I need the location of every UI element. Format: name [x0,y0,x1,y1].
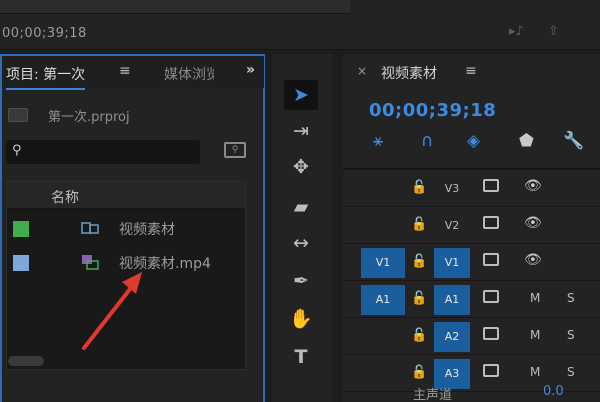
selection-tool-icon[interactable]: ➤ [284,80,318,110]
sync-lock-icon[interactable] [483,364,499,377]
solo-button[interactable]: S [567,291,575,305]
track-v2: 🔓 V2 👁 [343,207,600,244]
slip-tool-icon[interactable]: ↔ [284,228,318,258]
project-panel: 项目: 第一次 ≡ 媒体浏览器 » 第一次.prproj ⚲ ⚲ 名称 视频素材… [0,54,265,402]
lock-icon[interactable]: 🔓 [411,180,427,195]
solo-button[interactable]: S [567,328,575,342]
track-name[interactable]: V3 [434,174,470,204]
eye-icon[interactable]: 👁 [524,178,542,194]
new-bin-icon[interactable]: ⚲ [224,142,246,158]
export-icon[interactable]: ⇧ [548,24,559,39]
tab-media-browser[interactable]: 媒体浏览器 [164,64,214,84]
hand-tool-icon[interactable]: ✋ [284,304,318,334]
sync-lock-icon[interactable] [483,179,499,192]
eye-icon[interactable]: 👁 [524,252,542,268]
sync-lock-icon[interactable] [483,290,499,303]
source-patch-a1[interactable]: A1 [361,285,405,315]
timeline-panel: × 视频素材 ≡ 00;00;39;18 ⚹ ∩ ◈ ⬟ 🔧 🔓 V3 👁 🔓 … [343,54,600,402]
tab-sequence[interactable]: 视频素材 [381,63,437,83]
project-item-list: 名称 视频素材 视频素材.mp4 [6,180,246,370]
mute-button[interactable]: M [530,291,540,305]
audio-icon[interactable]: ▸♪ [509,24,524,39]
list-item[interactable]: 视频素材.mp4 [7,247,245,277]
list-header: 名称 [7,181,245,209]
sync-lock-icon[interactable] [483,216,499,229]
project-filename: 第一次.prproj [48,110,130,125]
track-a1: A1 🔓 A1 M S [343,281,600,318]
tools-panel: ➤ ⇥ ✥ ▰ ↔ ✒ ✋ T [272,54,332,402]
linked-selection-icon[interactable]: ◈ [467,131,480,151]
marker-icon[interactable]: ⬟ [519,131,534,151]
mute-button[interactable]: M [530,328,540,342]
tab-project[interactable]: 项目: 第一次 [6,64,86,90]
search-input[interactable]: ⚲ [6,140,200,164]
track-v3: 🔓 V3 👁 [343,170,600,207]
eye-icon[interactable]: 👁 [524,215,542,231]
list-scrollbar[interactable] [8,356,44,366]
top-scroll-bar[interactable] [0,0,350,14]
close-icon[interactable]: × [357,64,367,78]
search-icon: ⚲ [12,143,22,158]
label-color-swatch [13,255,29,271]
top-strip: 00;00;39;18 ▸♪ ⇧ [0,0,600,50]
track-name[interactable]: V1 [434,248,470,278]
track-select-tool-icon[interactable]: ⇥ [284,116,318,146]
lock-icon[interactable]: 🔓 [411,291,427,306]
sequence-icon [81,220,99,236]
column-name-header[interactable]: 名称 [51,187,79,207]
list-item[interactable]: 视频素材 [7,213,245,243]
ripple-edit-tool-icon[interactable]: ✥ [284,152,318,182]
folder-icon [8,108,28,122]
lock-icon[interactable]: 🔓 [411,254,427,269]
label-color-swatch [13,221,29,237]
source-patch-v1[interactable]: V1 [361,248,405,278]
project-tabs: 项目: 第一次 ≡ 媒体浏览器 » [2,56,264,90]
type-tool-icon[interactable]: T [284,342,318,372]
snap-icon[interactable]: ∩ [421,131,433,151]
list-item-label: 视频素材 [119,222,175,238]
panel-menu-icon[interactable]: ≡ [119,63,131,79]
master-track-label: 主声道 [413,388,453,402]
sync-lock-icon[interactable] [483,253,499,266]
lock-icon[interactable]: 🔓 [411,328,427,343]
track-v1: V1 🔓 V1 👁 [343,244,600,281]
razor-tool-icon[interactable]: ▰ [284,192,318,222]
mute-button[interactable]: M [530,365,540,379]
track-name[interactable]: A1 [434,285,470,315]
project-file-row: 第一次.prproj [6,102,256,126]
solo-button[interactable]: S [567,365,575,379]
panel-menu-icon[interactable]: ≡ [465,63,477,79]
sequence-timecode[interactable]: 00;00;39;18 [369,100,496,121]
master-track-value[interactable]: 0.0 [543,384,564,399]
track-name[interactable]: V2 [434,211,470,241]
more-tabs-icon[interactable]: » [246,62,255,78]
list-item-label: 视频素材.mp4 [119,256,211,272]
wrench-icon[interactable]: 🔧 [563,131,584,151]
nest-icon[interactable]: ⚹ [373,131,383,151]
track-a2: 🔓 A2 M S [343,318,600,355]
media-clip-icon [81,254,99,270]
track-name[interactable]: A2 [434,322,470,352]
pen-tool-icon[interactable]: ✒ [284,266,318,296]
lock-icon[interactable]: 🔓 [411,365,427,380]
lock-icon[interactable]: 🔓 [411,217,427,232]
program-timecode: 00;00;39;18 [2,26,87,41]
sync-lock-icon[interactable] [483,327,499,340]
